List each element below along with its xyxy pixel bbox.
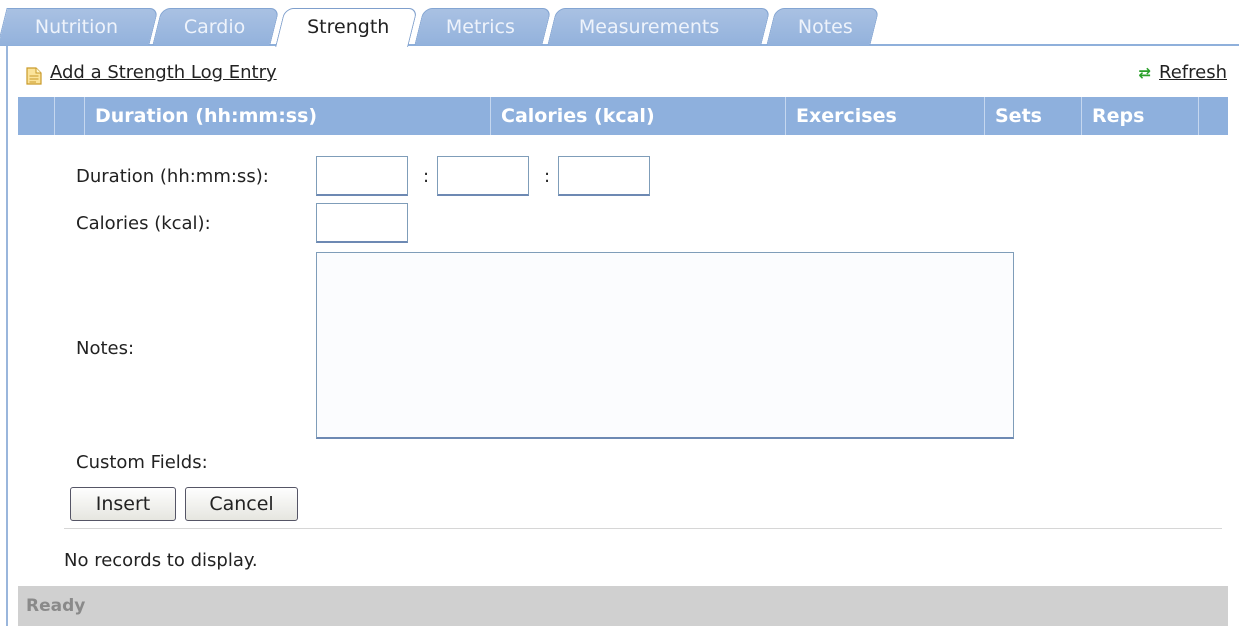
calories-label: Calories (kcal): — [76, 213, 211, 234]
column-header-duration[interactable]: Duration (hh:mm:ss) — [84, 97, 490, 135]
add-strength-log-link[interactable]: Add a Strength Log Entry — [50, 62, 277, 83]
refresh-link[interactable]: Refresh — [1159, 62, 1227, 83]
tab-measurements[interactable]: Measurements — [547, 8, 771, 45]
tab-metrics[interactable]: Metrics — [414, 8, 552, 45]
tab-strength[interactable]: Strength — [275, 8, 418, 47]
tab-cardio[interactable]: Cardio — [152, 8, 280, 45]
notes-label: Notes: — [76, 338, 135, 359]
status-bar: Ready — [18, 586, 1228, 626]
grid-header: Duration (hh:mm:ss) Calories (kcal) Exer… — [18, 97, 1228, 135]
duration-separator: : — [544, 166, 551, 187]
form-divider — [64, 528, 1222, 529]
grid-header-expand — [54, 97, 84, 135]
column-header-sets[interactable]: Sets — [984, 97, 1081, 135]
refresh-command: ⇄ Refresh — [1138, 62, 1227, 83]
duration-hours-input[interactable] — [316, 156, 408, 196]
duration-seconds-input[interactable] — [558, 156, 650, 196]
duration-separator: : — [423, 166, 430, 187]
custom-fields-label: Custom Fields: — [76, 452, 208, 473]
column-header-reps[interactable]: Reps — [1081, 97, 1198, 135]
grid-header-spacer — [18, 97, 54, 135]
panel-border — [6, 46, 8, 626]
add-entry-command: Add a Strength Log Entry — [50, 62, 277, 83]
insert-button[interactable]: Insert — [70, 487, 176, 521]
column-header-exercises[interactable]: Exercises — [785, 97, 984, 135]
notes-textarea[interactable] — [316, 252, 1014, 439]
tab-notes[interactable]: Notes — [766, 8, 880, 45]
document-icon — [26, 67, 42, 85]
refresh-icon[interactable]: ⇄ — [1138, 64, 1151, 82]
duration-minutes-input[interactable] — [437, 156, 529, 196]
tab-strip: Nutrition Cardio Strength Metrics Measur… — [0, 0, 1239, 47]
column-header-calories[interactable]: Calories (kcal) — [490, 97, 785, 135]
calories-input[interactable] — [316, 203, 408, 243]
tab-nutrition[interactable]: Nutrition — [0, 8, 159, 45]
no-records-message: No records to display. — [64, 550, 258, 571]
duration-label: Duration (hh:mm:ss): — [76, 166, 269, 187]
cancel-button[interactable]: Cancel — [185, 487, 298, 521]
grid-header-end — [1198, 97, 1228, 135]
